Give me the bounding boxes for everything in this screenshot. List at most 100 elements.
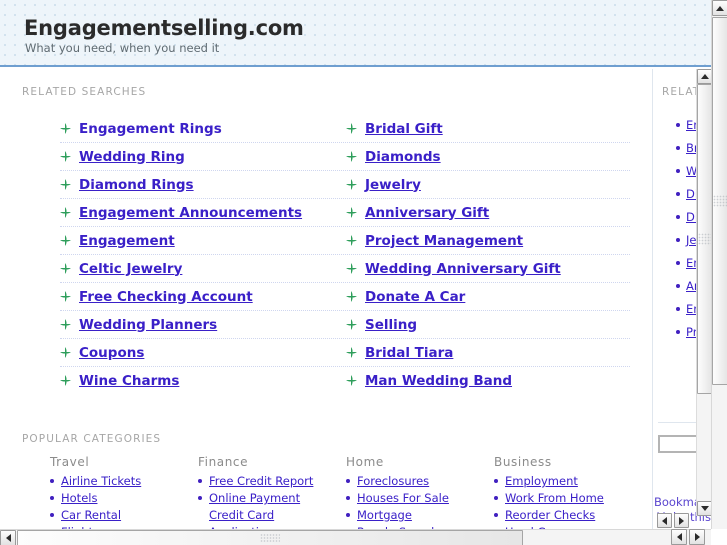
browser-viewport: Engagementselling.com What you need, whe… — [0, 0, 727, 545]
related-search-row: Engagement Announcements Anniversary Gift — [60, 199, 630, 227]
star-bullet-icon — [60, 179, 71, 190]
window-vertical-scrollbar[interactable] — [711, 0, 727, 529]
related-search-cell: Coupons — [60, 339, 346, 366]
dot-bullet-icon — [676, 306, 680, 311]
site-header: Engagementselling.com What you need, whe… — [0, 0, 711, 67]
related-search-link[interactable]: Engagement Announcements — [79, 205, 302, 221]
star-bullet-icon — [346, 151, 357, 162]
category-link[interactable]: Mortgage — [357, 508, 412, 522]
category-link[interactable]: Car Rental — [61, 508, 121, 522]
window-horizontal-scrollbar[interactable] — [0, 529, 711, 545]
related-search-link[interactable]: Coupons — [79, 345, 144, 361]
window-scroll-thumb[interactable] — [712, 17, 727, 385]
related-search-cell: Celtic Jewelry — [60, 255, 346, 282]
dot-bullet-icon — [50, 479, 54, 483]
star-bullet-icon — [346, 179, 357, 190]
window-hscroll-right-button-2[interactable] — [689, 529, 705, 545]
category-link[interactable]: Foreclosures — [357, 474, 429, 488]
related-search-link[interactable]: Anniversary Gift — [365, 205, 489, 221]
related-search-cell: Donate A Car — [346, 283, 632, 310]
dot-bullet-icon — [346, 479, 350, 483]
chevron-down-icon — [700, 506, 709, 511]
related-search-row: Wedding Planners Selling — [60, 311, 630, 339]
star-bullet-icon — [346, 347, 357, 358]
category-item: Credit Card — [198, 508, 346, 522]
related-search-cell: Bridal Tiara — [346, 339, 632, 366]
chevron-right-icon — [694, 533, 700, 541]
related-search-link[interactable]: Man Wedding Band — [365, 373, 512, 389]
window-scroll-left-button[interactable] — [0, 530, 16, 545]
sidebar-column: RELATED Engagement RingsBridal GiftWeddi… — [654, 69, 711, 529]
related-search-link[interactable]: Wedding Planners — [79, 317, 217, 333]
star-bullet-icon — [60, 291, 71, 302]
category-link[interactable]: Online Payment — [209, 491, 300, 505]
window-hscroll-arrow-pair[interactable] — [671, 529, 711, 545]
related-search-link[interactable]: Donate A Car — [365, 289, 465, 305]
category-item: Foreclosures — [346, 474, 494, 488]
chevron-up-icon — [700, 74, 709, 79]
related-search-row: Coupons Bridal Tiara — [60, 339, 630, 367]
category-title: Home — [346, 455, 384, 469]
related-search-link[interactable]: Diamonds — [365, 149, 441, 165]
dot-bullet-icon — [676, 145, 680, 150]
related-search-link[interactable]: Wedding Anniversary Gift — [365, 261, 561, 277]
category-link[interactable]: Reorder Checks — [505, 508, 595, 522]
grip-dots-icon — [697, 233, 711, 245]
star-bullet-icon — [60, 319, 71, 330]
star-bullet-icon — [346, 235, 357, 246]
related-search-cell: Wedding Planners — [60, 311, 346, 338]
category-link[interactable]: Hotels — [61, 491, 97, 505]
star-bullet-icon — [60, 263, 71, 274]
category-link[interactable]: Employment — [505, 474, 578, 488]
sidebar-scroll-up-button[interactable] — [697, 69, 711, 84]
main-column: RELATED SEARCHES Engagement Rings Bridal … — [0, 69, 653, 529]
chevron-right-icon — [679, 516, 684, 525]
related-search-link[interactable]: Selling — [365, 317, 417, 333]
window-hscroll-thumb[interactable] — [17, 530, 523, 545]
related-search-cell: Anniversary Gift — [346, 199, 632, 226]
dot-bullet-icon — [676, 168, 680, 173]
related-search-link[interactable]: Diamond Rings — [79, 177, 194, 193]
related-search-link[interactable]: Bridal Tiara — [365, 345, 453, 361]
related-search-link[interactable]: Bridal Gift — [365, 121, 443, 137]
related-search-link[interactable]: Project Management — [365, 233, 523, 249]
category-title: Travel — [50, 455, 90, 469]
related-searches-grid: Engagement Rings Bridal Gift Wedding Ring D… — [60, 115, 630, 394]
category-item: Houses For Sale — [346, 491, 494, 505]
related-search-cell: Selling — [346, 311, 632, 338]
sidebar-scroll-down-button[interactable] — [697, 501, 711, 516]
sidebar-horizontal-scroll-buttons[interactable] — [657, 512, 697, 529]
dot-bullet-icon — [494, 496, 498, 500]
related-search-link[interactable]: Engagement Rings — [79, 121, 222, 137]
dot-bullet-icon — [198, 479, 202, 483]
dot-bullet-icon — [346, 513, 350, 517]
dot-bullet-icon — [50, 513, 54, 517]
star-bullet-icon — [60, 235, 71, 246]
dot-bullet-icon — [494, 479, 498, 483]
star-bullet-icon — [60, 151, 71, 162]
related-search-row: Diamond Rings Jewelry — [60, 171, 630, 199]
related-search-link[interactable]: Wedding Ring — [79, 149, 185, 165]
sidebar-scroll-left-button[interactable] — [657, 513, 672, 528]
category-link[interactable]: Airline Tickets — [61, 474, 141, 488]
star-bullet-icon — [346, 207, 357, 218]
category-link[interactable]: Free Credit Report — [209, 474, 313, 488]
category-link[interactable]: Credit Card — [209, 508, 274, 522]
sidebar-scroll-thumb[interactable] — [697, 84, 711, 394]
category-link[interactable]: Work From Home — [505, 491, 604, 505]
related-search-link[interactable]: Free Checking Account — [79, 289, 253, 305]
sidebar-vertical-scrollbar[interactable] — [696, 69, 711, 516]
related-search-link[interactable]: Wine Charms — [79, 373, 179, 389]
related-search-cell: Free Checking Account — [60, 283, 346, 310]
related-search-link[interactable]: Engagement — [79, 233, 175, 249]
star-bullet-icon — [60, 207, 71, 218]
category-item: Employment — [494, 474, 642, 488]
window-scroll-up-button[interactable] — [712, 0, 727, 16]
window-hscroll-left-button-2[interactable] — [671, 529, 687, 545]
sidebar-scroll-right-button[interactable] — [674, 513, 689, 528]
category-link[interactable]: Houses For Sale — [357, 491, 449, 505]
category-title: Finance — [198, 455, 249, 469]
related-search-link[interactable]: Celtic Jewelry — [79, 261, 182, 277]
category-item: Reorder Checks — [494, 508, 642, 522]
related-search-link[interactable]: Jewelry — [365, 177, 421, 193]
